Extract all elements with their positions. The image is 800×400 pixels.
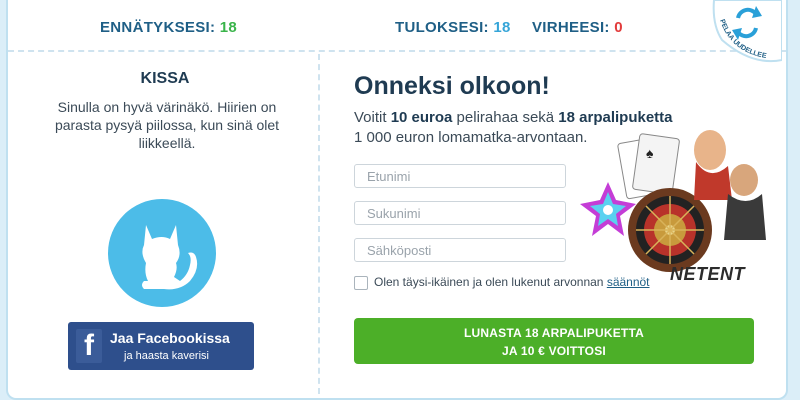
record-label: ENNÄTYKSESI: [100,19,216,36]
offer-headline: Onneksi olkoon! [354,72,550,100]
roulette-wheel-icon [628,188,712,272]
stats-bar: ENNÄTYKSESI: 18 TULOKSESI: 18 VIRHEESI: … [8,0,786,52]
result-panel: KISSA Sinulla on hyvä värinäkö. Hiirien … [20,56,310,386]
facebook-challenge-label: ja haasta kaverisi [124,350,209,362]
record-value: 18 [219,19,238,36]
firstname-field[interactable] [354,164,566,188]
cat-icon [142,225,198,290]
offer-text-part: pelirahaa sekä [452,109,559,126]
offer-amount: 10 euroa [390,109,453,126]
claim-button[interactable]: LUNASTA 18 ARPALIPUKETTA JA 10 € VOITTOS… [354,318,754,364]
claim-label-line1: LUNASTA 18 ARPALIPUKETTA [464,326,644,340]
offer-text-part: Voitit [354,109,391,126]
score-value: 18 [493,19,511,36]
panel-divider [318,54,320,394]
svg-text:♠: ♠ [646,145,654,161]
record-stat: ENNÄTYKSESI: 18 [100,19,237,36]
lastname-field[interactable] [354,201,566,225]
claim-label-line2: JA 10 € VOITTOSI [502,344,606,358]
result-badge [108,199,216,307]
facebook-icon: f [76,329,102,363]
consent-checkbox[interactable] [354,276,368,290]
offer-text-part: 1 000 euron lomamatka-arvontaan. [354,129,588,146]
result-title: KISSA [140,70,190,87]
errors-value: 0 [614,19,623,36]
errors-stat: VIRHEESI: 0 [532,19,623,36]
errors-label: VIRHEESI: [532,19,610,36]
result-description: Sinulla on hyvä värinäkö. Hiirien on par… [54,99,280,151]
score-label: TULOKSESI: [395,19,489,36]
facebook-share-label: Jaa Facebookissa [110,330,230,346]
facebook-share-button[interactable]: f Jaa Facebookissa ja haasta kaverisi [68,322,254,370]
netent-logo: NETENT [670,264,745,284]
email-field[interactable] [354,238,566,262]
score-stat: TULOKSESI: 18 [395,19,511,36]
